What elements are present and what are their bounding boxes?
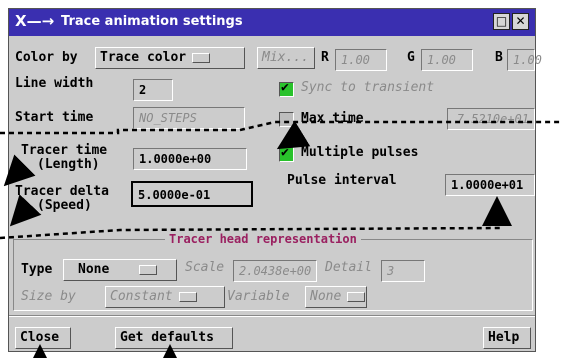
callout-line-top — [0, 120, 560, 135]
arrow-multiple-pulses — [276, 120, 311, 150]
annotation-overlay — [0, 120, 560, 358]
arrow-tracer-delta — [9, 194, 42, 227]
callout-line-bottom — [0, 215, 502, 240]
screenshot-root: { "window": { "title": "Trace animation … — [0, 0, 566, 358]
arrow-tracer-time — [3, 154, 36, 187]
